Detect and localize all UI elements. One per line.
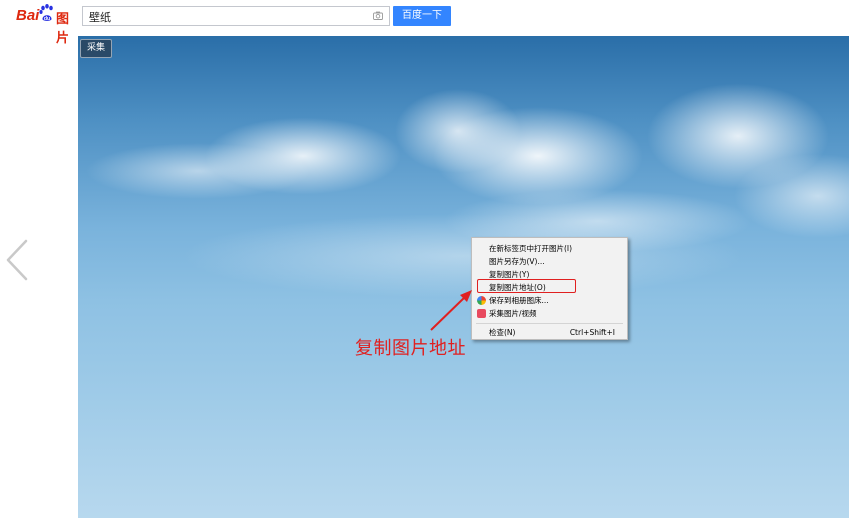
search-input[interactable]: 壁纸 — [82, 6, 390, 26]
logo-text-du: du — [44, 16, 50, 22]
menu-item-label: 保存到相册图床... — [489, 296, 549, 305]
menu-separator — [476, 323, 623, 324]
menu-item-collect-image-video[interactable]: 采集图片/视频 — [472, 307, 627, 320]
search-button[interactable]: 百度一下 — [393, 6, 451, 26]
camera-icon[interactable] — [373, 11, 383, 20]
menu-item-label: 采集图片/视频 — [489, 309, 537, 318]
highlight-box — [477, 279, 576, 293]
collect-button[interactable]: 采集 — [80, 39, 112, 58]
menu-item-label: 检查(N) — [489, 328, 516, 337]
menu-item-open-in-new-tab[interactable]: 在新标签页中打开图片(I) — [472, 242, 627, 255]
menu-item-save-image-as[interactable]: 图片另存为(V)... — [472, 255, 627, 268]
red-collect-icon — [477, 309, 486, 318]
baidu-paw-icon: du — [39, 4, 53, 22]
menu-item-label: 图片另存为(V)... — [489, 257, 545, 266]
menu-item-label: 在新标签页中打开图片(I) — [489, 244, 573, 253]
menu-item-shortcut: Ctrl+Shift+I — [569, 328, 615, 337]
top-header: Bai du 图片 壁纸 百度一下 — [0, 0, 850, 45]
logo-text-images: 图片 — [56, 11, 70, 45]
annotation-label: 复制图片地址 — [355, 338, 466, 359]
search-query-text: 壁纸 — [89, 11, 111, 24]
logo-text-bai: Bai — [16, 7, 40, 24]
wallpaper-image[interactable]: 采集 — [78, 36, 849, 518]
menu-item-inspect[interactable]: 检查(N) Ctrl+Shift+I — [472, 326, 627, 339]
menu-item-save-to-album[interactable]: 保存到相册图床... — [472, 294, 627, 307]
previous-arrow-icon[interactable] — [4, 238, 30, 282]
colorful-circle-icon — [477, 296, 486, 305]
